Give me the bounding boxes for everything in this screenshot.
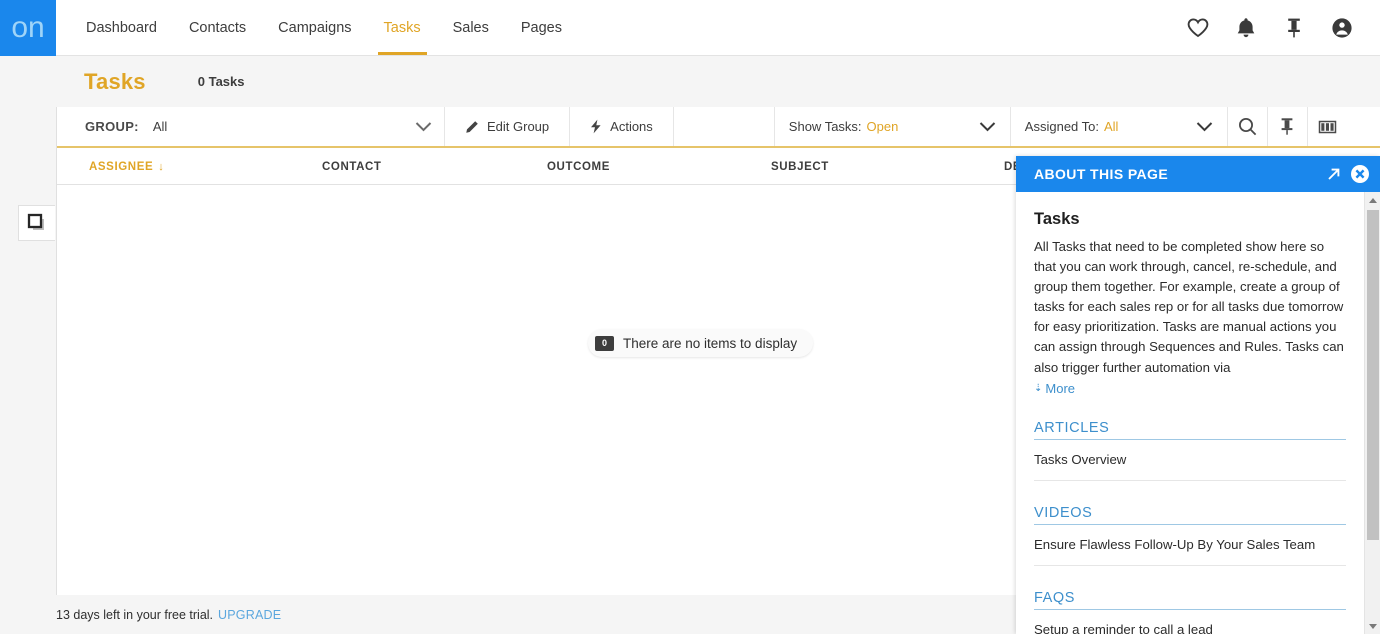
section-title-videos: VIDEOS <box>1034 505 1346 525</box>
chevron-down-icon <box>415 121 432 132</box>
search-button[interactable] <box>1228 107 1268 146</box>
task-count-label: 0 Tasks <box>197 74 245 89</box>
pin-icon[interactable] <box>1270 0 1318 56</box>
about-panel-scrollbar[interactable] <box>1364 192 1380 634</box>
about-panel-title: ABOUT THIS PAGE <box>1034 166 1169 182</box>
scroll-up-arrow-icon[interactable] <box>1365 192 1380 208</box>
assigned-to-label: Assigned To: <box>1024 119 1099 134</box>
show-tasks-selector[interactable]: Show Tasks: Open <box>775 107 1011 146</box>
column-header-contact[interactable]: CONTACT <box>322 148 382 185</box>
edit-group-label: Edit Group <box>487 119 550 134</box>
video-link[interactable]: Ensure Flawless Follow-Up By Your Sales … <box>1034 525 1346 566</box>
tasks-toolbar: GROUP: All Edit Group Actions Show Tasks… <box>57 107 1380 148</box>
column-header-label: CONTACT <box>322 160 382 173</box>
faq-link[interactable]: Setup a reminder to call a lead <box>1034 610 1346 634</box>
empty-state-message: 0 There are no items to display <box>588 329 814 357</box>
section-title-articles: ARTICLES <box>1034 420 1346 440</box>
pin-icon <box>1281 118 1293 135</box>
about-panel-scrollbar-thumb[interactable] <box>1367 210 1379 540</box>
nav-item-label: Sales <box>452 19 489 36</box>
about-section-videos: VIDEOS Ensure Flawless Follow-Up By Your… <box>1034 505 1346 566</box>
about-description: All Tasks that need to be completed show… <box>1034 239 1344 375</box>
nav-item-label: Contacts <box>188 19 247 36</box>
nav-item-label: Dashboard <box>86 19 157 36</box>
column-header-outcome[interactable]: OUTCOME <box>547 148 610 185</box>
nav-item-label: Campaigns <box>278 19 352 36</box>
top-nav-actions <box>1174 0 1380 55</box>
pencil-icon <box>465 120 479 134</box>
nav-item-tasks[interactable]: Tasks <box>368 0 437 55</box>
trial-text: 13 days left in your free trial. <box>56 607 214 622</box>
nav-item-contacts[interactable]: Contacts <box>173 0 262 55</box>
toolbar-spacer <box>674 107 775 146</box>
actions-label: Actions <box>610 119 653 134</box>
chevron-down-icon <box>979 121 996 132</box>
layers-panel-toggle[interactable] <box>18 205 55 241</box>
pin-button[interactable] <box>1268 107 1308 146</box>
nav-item-label: Pages <box>520 19 562 36</box>
account-icon[interactable] <box>1318 0 1366 56</box>
nav-item-label: Tasks <box>383 19 421 36</box>
app-logo[interactable]: on <box>0 0 56 56</box>
column-header-subject[interactable]: SUBJECT <box>771 148 829 185</box>
top-navigation-bar: on Dashboard Contacts Campaigns Tasks Sa… <box>0 0 1380 56</box>
more-arrow-icon: ⇣ <box>1034 382 1043 394</box>
about-more-link[interactable]: ⇣ More <box>1034 381 1075 396</box>
about-heading: Tasks <box>1034 210 1080 228</box>
group-value: All <box>152 119 168 134</box>
assigned-to-selector[interactable]: Assigned To: All <box>1011 107 1228 146</box>
layers-icon <box>27 213 44 230</box>
nav-item-dashboard[interactable]: Dashboard <box>70 0 173 55</box>
lightning-icon <box>590 119 602 134</box>
primary-nav-items: Dashboard Contacts Campaigns Tasks Sales… <box>70 0 578 55</box>
assigned-to-value: All <box>1104 119 1119 134</box>
sort-descending-icon: ↓ <box>158 160 165 173</box>
app-logo-text: on <box>11 11 45 44</box>
column-header-label: SUBJECT <box>771 160 829 173</box>
about-panel-header-actions <box>1325 164 1370 184</box>
search-icon <box>1238 118 1257 136</box>
about-section-articles: ARTICLES Tasks Overview <box>1034 420 1346 481</box>
about-panel-header: ABOUT THIS PAGE <box>1016 156 1380 192</box>
page-header: Tasks 0 Tasks <box>0 56 1380 107</box>
empty-count-badge: 0 <box>595 335 614 351</box>
nav-item-sales[interactable]: Sales <box>437 0 505 55</box>
column-header-label: ASSIGNEE <box>89 160 154 173</box>
upgrade-link[interactable]: UPGRADE <box>218 608 281 622</box>
show-tasks-label: Show Tasks: <box>788 119 862 134</box>
chevron-down-icon <box>1196 121 1213 132</box>
nav-item-campaigns[interactable]: Campaigns <box>262 0 367 55</box>
empty-state-text: There are no items to display <box>623 335 798 351</box>
about-this-page-panel: ABOUT THIS PAGE Tasks All Tasks that nee… <box>1016 156 1380 634</box>
column-header-label: OUTCOME <box>547 160 610 173</box>
heart-icon[interactable] <box>1174 0 1222 56</box>
column-header-assignee[interactable]: ASSIGNEE ↓ <box>89 148 164 185</box>
group-label: GROUP: <box>85 119 139 134</box>
article-link[interactable]: Tasks Overview <box>1034 440 1346 481</box>
nav-item-pages[interactable]: Pages <box>505 0 578 55</box>
page-title: Tasks <box>84 68 146 94</box>
bell-icon[interactable] <box>1222 0 1270 56</box>
actions-button[interactable]: Actions <box>570 107 674 146</box>
close-icon[interactable] <box>1350 164 1370 184</box>
about-section-faqs: FAQS Setup a reminder to call a lead Use… <box>1034 590 1346 634</box>
columns-button[interactable] <box>1308 107 1348 146</box>
show-tasks-value: Open <box>866 119 899 134</box>
about-panel-content: Tasks All Tasks that need to be complete… <box>1016 192 1364 634</box>
scroll-down-arrow-icon[interactable] <box>1365 618 1380 634</box>
expand-arrow-icon[interactable] <box>1325 166 1342 183</box>
columns-icon <box>1319 120 1337 133</box>
section-title-faqs: FAQS <box>1034 590 1346 610</box>
group-selector[interactable]: GROUP: All <box>57 107 445 146</box>
about-panel-body: Tasks All Tasks that need to be complete… <box>1016 192 1380 634</box>
about-more-label: More <box>1045 380 1076 396</box>
edit-group-button[interactable]: Edit Group <box>445 107 571 146</box>
